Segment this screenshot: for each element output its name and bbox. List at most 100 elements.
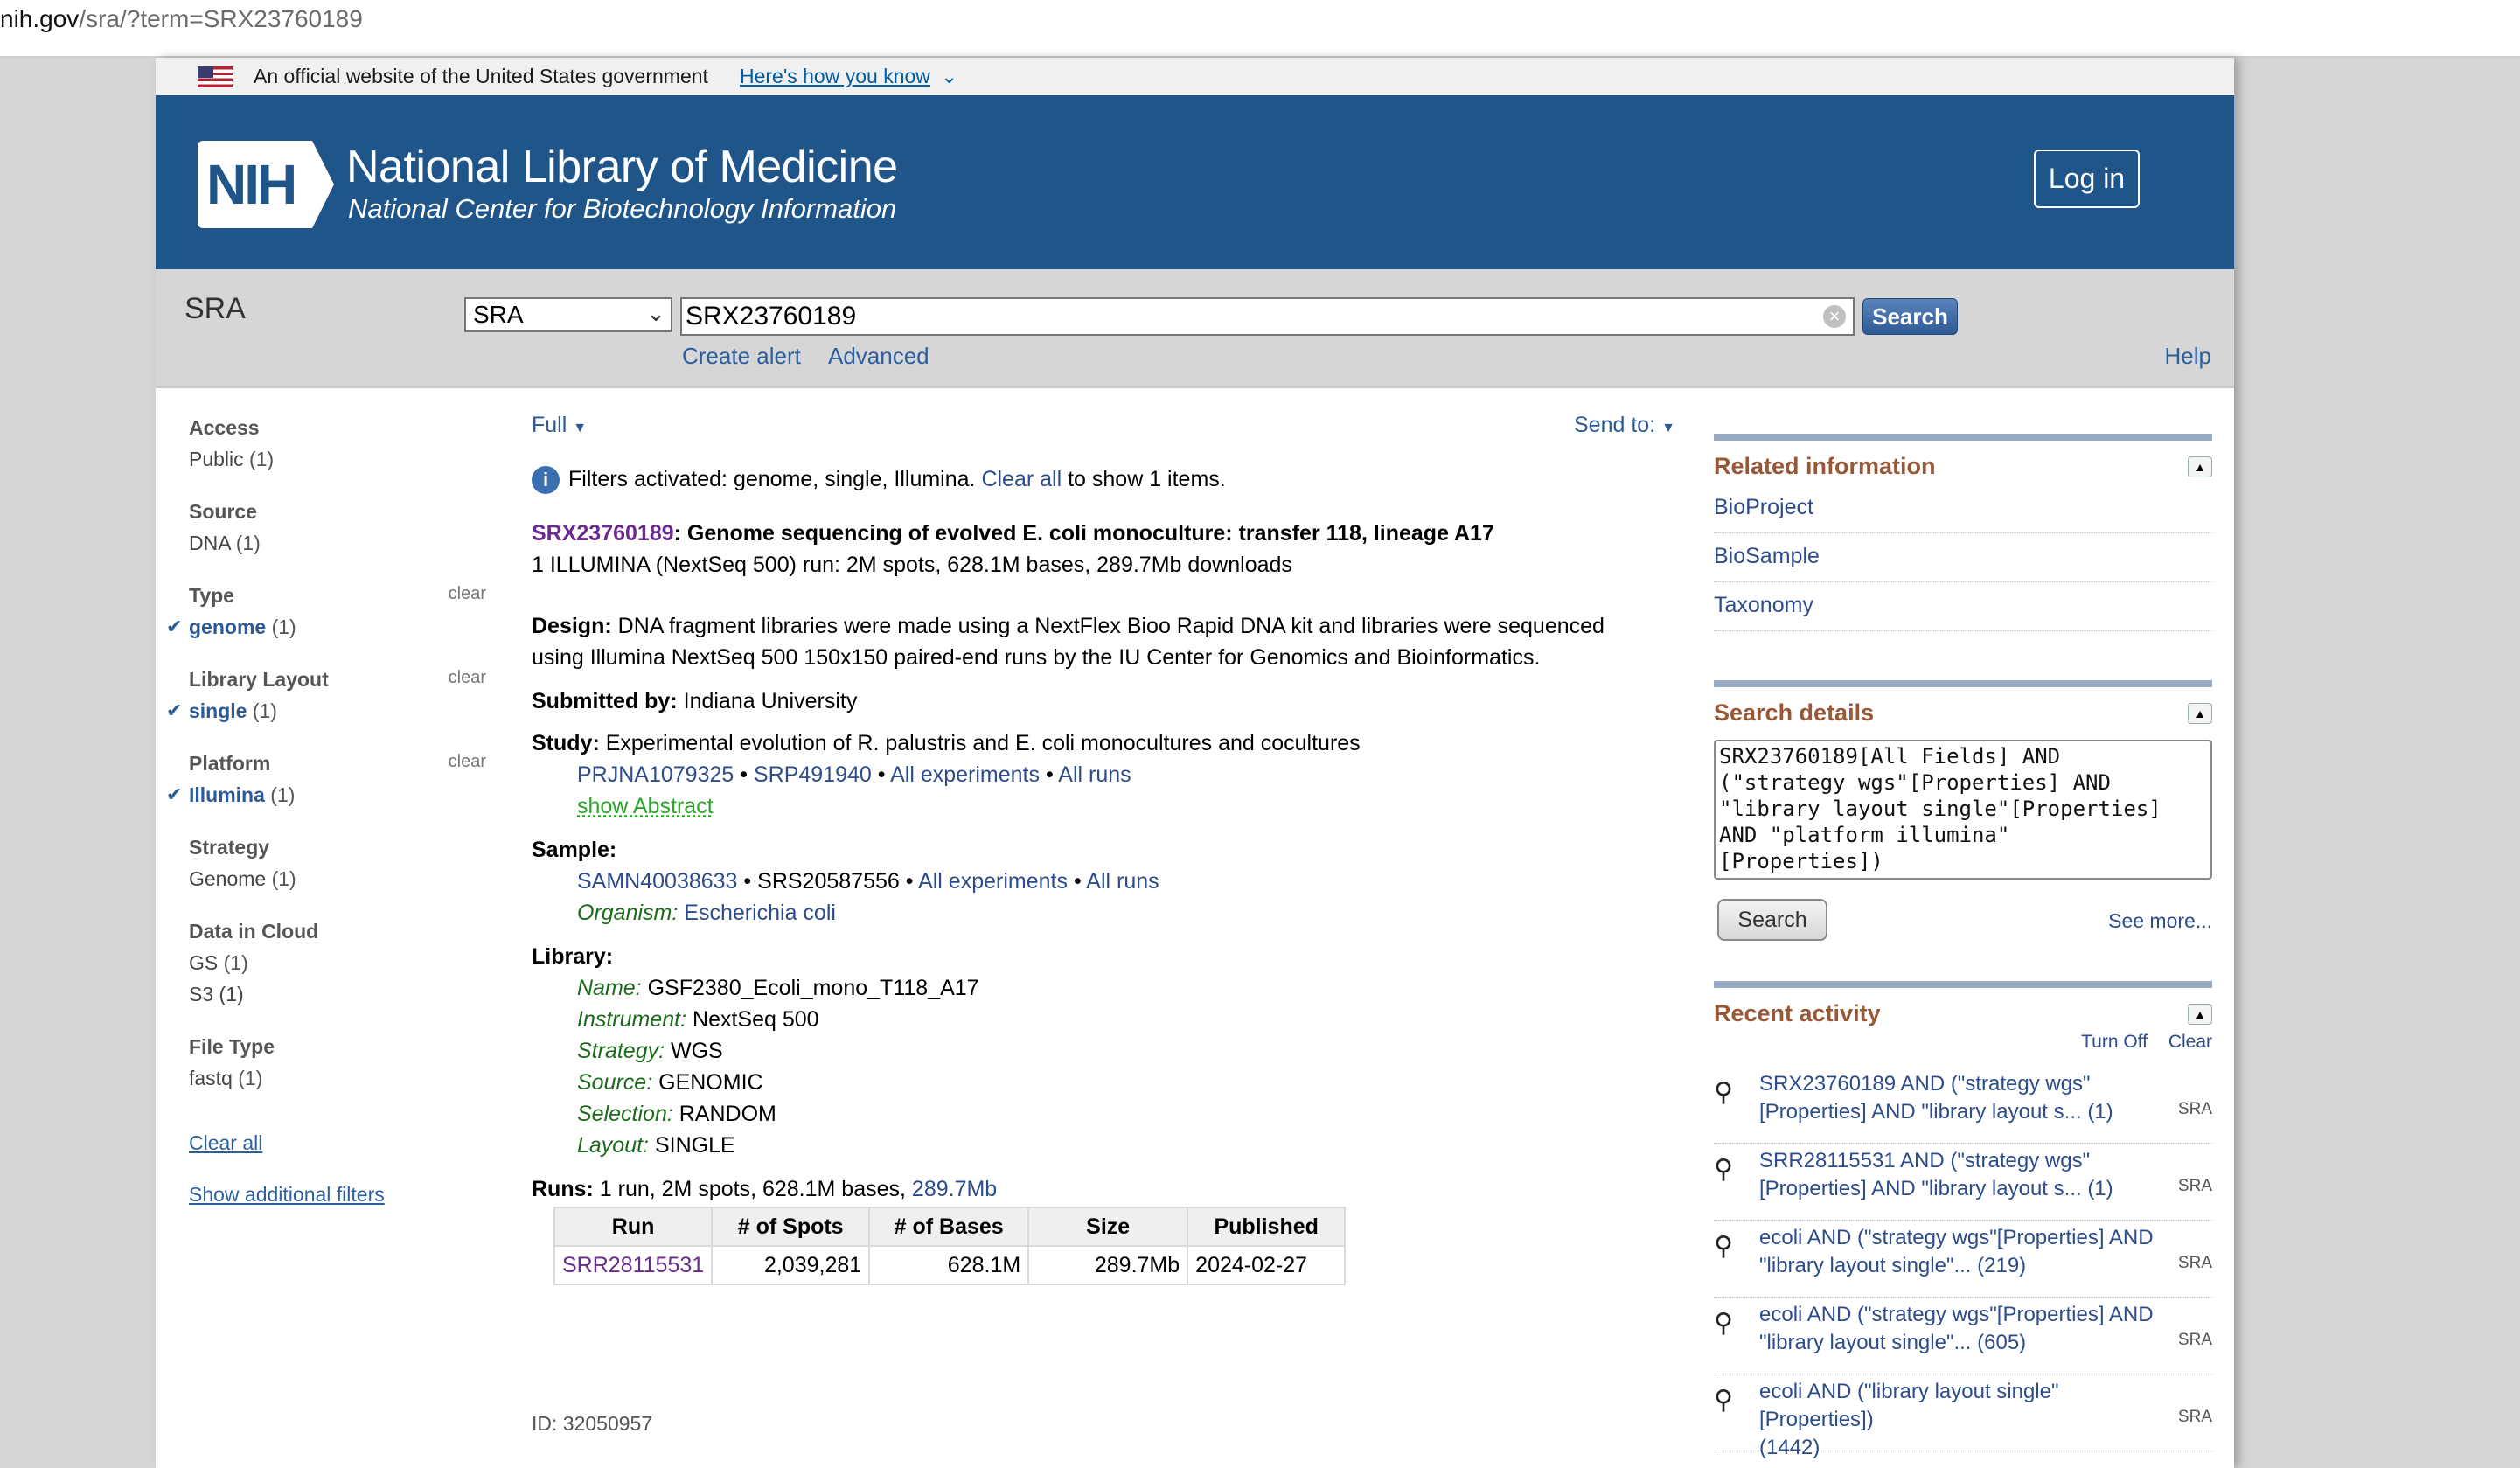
filter-item-single[interactable]: single (1)	[189, 699, 277, 723]
clear-all-link[interactable]: Clear all	[981, 467, 1062, 491]
filter-count: (1)	[219, 983, 244, 1005]
search-button[interactable]: Search	[1862, 298, 1958, 335]
clear-search-icon[interactable]: ×	[1823, 305, 1846, 328]
create-alert-link[interactable]: Create alert	[682, 343, 801, 370]
filter-item-public[interactable]: Public (1)	[189, 448, 274, 471]
runs-table: Run # of Spots # of Bases Size Published…	[553, 1207, 1347, 1285]
runs-size-link[interactable]: 289.7Mb	[912, 1177, 997, 1201]
organism-link[interactable]: Escherichia coli	[684, 901, 836, 925]
run-cell[interactable]: SRR28115531	[553, 1245, 714, 1285]
show-additional-filters-link[interactable]: Show additional filters	[189, 1183, 385, 1207]
nlm-header: NIH National Library of Medicine Nationa…	[156, 95, 2234, 269]
recent-item[interactable]: ⚲ ecoli AND ("strategy wgs"[Properties] …	[1714, 1221, 2212, 1298]
accession-link[interactable]: SRX23760189	[532, 521, 674, 546]
recent-item-line: SRX23760189 AND ("strategy wgs"	[1759, 1072, 2091, 1096]
filter-item-dna[interactable]: DNA (1)	[189, 532, 261, 555]
filter-item-genome-strategy[interactable]: Genome (1)	[189, 867, 296, 891]
recent-item-link[interactable]: ecoli AND ("strategy wgs"[Properties] AN…	[1759, 1224, 2170, 1280]
filter-item-illumina[interactable]: Illumina (1)	[189, 783, 295, 807]
sample-all-runs-link[interactable]: All runs	[1086, 869, 1159, 894]
filter-sidebar: Access Public (1) Source DNA (1) Type cl…	[166, 416, 486, 1119]
collapse-icon[interactable]: ▲	[2188, 703, 2212, 724]
recent-item[interactable]: ⚲ SRX23760189 AND ("strategy wgs" [Proper…	[1714, 1067, 2212, 1144]
heres-how-link[interactable]: Here's how you know	[740, 58, 930, 95]
recent-actions: Turn Off Clear	[1714, 1032, 2212, 1067]
nih-logo[interactable]: NIH	[198, 141, 334, 228]
column-header: # of Spots	[711, 1207, 871, 1247]
see-more-link[interactable]: See more...	[2108, 909, 2212, 933]
filter-item-label: Genome	[189, 867, 267, 890]
right-sidebar: Related information ▲ BioProject BioSamp…	[1714, 434, 2212, 1459]
recent-item[interactable]: ⚲ ecoli AND ("strategy wgs"[Properties] …	[1714, 1298, 2212, 1374]
recent-item[interactable]: ⚲ SRR28115531 AND ("strategy wgs" [Proper…	[1714, 1144, 2212, 1221]
library-layout: Layout: SINGLE	[577, 1130, 735, 1161]
collapse-icon[interactable]: ▲	[2188, 1004, 2212, 1025]
filter-clear-link[interactable]: clear	[449, 584, 486, 604]
filter-item-fastq[interactable]: fastq (1)	[189, 1067, 262, 1090]
check-icon: ✔	[166, 783, 183, 805]
sample-all-experiments-link[interactable]: All experiments	[918, 869, 1068, 894]
details-search-button[interactable]: Search	[1717, 899, 1827, 941]
search-input[interactable]: SRX23760189 ×	[680, 297, 1855, 336]
chevron-down-icon[interactable]: ⌄	[941, 58, 957, 95]
filter-item-s3[interactable]: S3 (1)	[189, 983, 244, 1006]
filter-title: Access	[189, 416, 260, 439]
recent-item-db: SRA	[2177, 1254, 2212, 1272]
recent-item-line: "library layout single"... (219)	[1759, 1254, 2027, 1277]
help-link[interactable]: Help	[2165, 343, 2211, 370]
related-link-biosample[interactable]: BioSample	[1714, 533, 2212, 582]
recent-item-link[interactable]: ecoli AND ("library layout single"[Prope…	[1759, 1378, 2170, 1462]
filters-message: i Filters activated: genome, single, Illu…	[532, 463, 1226, 495]
clear-all-filters-link[interactable]: Clear all	[189, 1131, 262, 1155]
srp-link[interactable]: SRP491940	[754, 762, 872, 787]
turn-off-link[interactable]: Turn Off	[2081, 1032, 2148, 1052]
filter-count: (1)	[249, 448, 275, 470]
bioproject-link[interactable]: PRJNA1079325	[577, 762, 734, 787]
database-select[interactable]: SRA ⌄	[464, 297, 672, 332]
recent-item-link[interactable]: ecoli AND ("strategy wgs"[Properties] AN…	[1759, 1301, 2170, 1357]
collapse-icon[interactable]: ▲	[2188, 456, 2212, 477]
filter-source: Source DNA (1)	[189, 500, 486, 584]
filter-strategy: Strategy Genome (1)	[189, 836, 486, 920]
filter-clear-link[interactable]: clear	[449, 752, 486, 772]
related-link-bioproject[interactable]: BioProject	[1714, 484, 2212, 533]
filter-item-genome[interactable]: genome (1)	[189, 616, 296, 639]
show-abstract-link[interactable]: show Abstract	[577, 794, 714, 818]
separator: •	[1045, 762, 1054, 787]
samn-link[interactable]: SAMN40038633	[577, 869, 737, 894]
size-cell: 289.7Mb	[1027, 1245, 1189, 1285]
related-information-panel: Related information ▲ BioProject BioSamp…	[1714, 434, 2212, 631]
send-to-menu[interactable]: Send to: ▼	[1574, 409, 1675, 444]
advanced-search-link[interactable]: Advanced	[828, 343, 929, 370]
filter-title: Type	[189, 584, 234, 607]
filter-item-gs[interactable]: GS (1)	[189, 951, 248, 975]
nlm-title[interactable]: National Library of Medicine	[346, 141, 898, 193]
field-value: NextSeq 500	[693, 1007, 819, 1032]
filter-item-label: genome	[189, 616, 267, 638]
runs-summary: Runs: 1 run, 2M spots, 628.1M bases, 289…	[532, 1173, 997, 1205]
submitted-value: Indiana University	[683, 689, 858, 713]
filter-title: Data in Cloud	[189, 920, 319, 943]
recent-item-link[interactable]: SRR28115531 AND ("strategy wgs" [Properti…	[1759, 1147, 2170, 1203]
browser-url-bar[interactable]: nih.gov/sra/?term=SRX23760189	[0, 0, 2520, 58]
search-details-textarea[interactable]: SRX23760189[All Fields] AND ("strategy w…	[1714, 740, 2212, 880]
recent-item-db: SRA	[2177, 1177, 2212, 1195]
related-link-taxonomy[interactable]: Taxonomy	[1714, 582, 2212, 631]
chevron-down-icon: ⌄	[646, 300, 665, 326]
show-abstract-row: show Abstract	[577, 790, 714, 822]
all-experiments-link[interactable]: All experiments	[890, 762, 1040, 787]
details-line: ("strategy wgs"[Properties] AND	[1719, 770, 2111, 795]
details-line: [Properties])	[1719, 849, 1883, 873]
recent-item[interactable]: ⚲ ecoli AND ("library layout single"[Pro…	[1714, 1374, 2212, 1459]
login-button[interactable]: Log in	[2034, 150, 2140, 208]
all-runs-link[interactable]: All runs	[1058, 762, 1131, 787]
filter-file-type: File Type fastq (1)	[189, 1035, 486, 1119]
run-link[interactable]: SRR28115531	[562, 1253, 704, 1277]
field-value: RANDOM	[679, 1102, 776, 1126]
filter-access: Access Public (1)	[189, 416, 486, 500]
recent-item-link[interactable]: SRX23760189 AND ("strategy wgs" [Properti…	[1759, 1070, 2170, 1126]
library-selection: Selection: RANDOM	[577, 1098, 776, 1130]
filter-clear-link[interactable]: clear	[449, 668, 486, 688]
format-menu[interactable]: Full ▼	[532, 409, 587, 444]
clear-recent-link[interactable]: Clear	[2168, 1032, 2212, 1052]
